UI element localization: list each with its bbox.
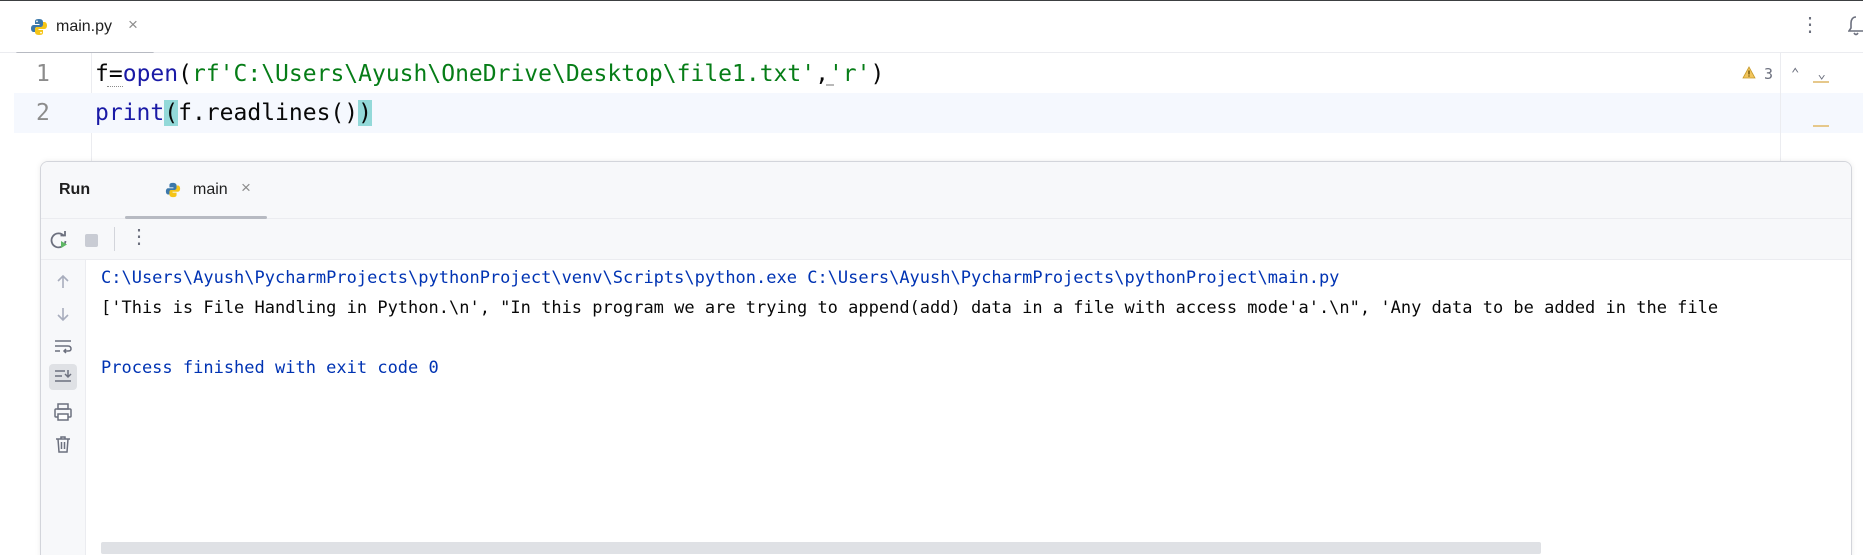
console-output-line: ['This is File Handling in Python.\n', "… (101, 298, 1719, 318)
code-token-paren: ) (870, 61, 885, 87)
scroll-down-icon[interactable] (53, 304, 73, 324)
code-line-2[interactable]: 2 print(f.readlines()) (14, 93, 1863, 133)
run-config-tab-main[interactable]: main × (125, 162, 267, 219)
stop-icon[interactable] (85, 234, 98, 247)
line-number: 2 (36, 100, 50, 126)
code-token-function: open (122, 61, 179, 87)
warning-stripe-mark[interactable] (1813, 81, 1829, 83)
code-editor[interactable]: 1 f=open(rf'C:\Users\Ayush\OneDrive\Desk… (14, 53, 1863, 163)
scroll-up-icon[interactable] (53, 272, 73, 292)
weak-warning-underline (107, 83, 123, 87)
run-tab-label: main (193, 181, 228, 198)
matched-brace: ( (164, 100, 179, 126)
inspection-mark (826, 78, 834, 86)
matched-brace: ) (358, 100, 372, 126)
warning-count: 3 (1764, 65, 1774, 83)
file-tab-main-py[interactable]: main.py × (16, 1, 154, 55)
warning-icon (1742, 54, 1756, 94)
run-tool-title: Run (59, 181, 91, 198)
close-icon[interactable]: × (128, 15, 138, 35)
scroll-to-end-icon[interactable] (49, 364, 77, 390)
run-tool-header: Run main × (41, 162, 1851, 219)
run-tool-window: Run main × ⋮ C:\Users\Ayush\PycharmProje… (40, 161, 1852, 555)
python-file-icon (30, 18, 48, 41)
code-line-1[interactable]: 1 f=open(rf'C:\Users\Ayush\OneDrive\Desk… (14, 54, 1863, 94)
toolbar-separator (114, 227, 115, 251)
close-icon[interactable]: × (241, 178, 251, 198)
code-token-call: f.readlines() (178, 100, 359, 126)
rerun-icon[interactable] (49, 230, 69, 255)
console-side-toolbar (41, 260, 86, 555)
python-file-icon (165, 182, 181, 203)
editor-tab-bar: main.py × ⋮ (0, 0, 1863, 55)
console-output[interactable]: C:\Users\Ayush\PycharmProjects\pythonPro… (86, 260, 1851, 555)
ide-window: main.py × ⋮ 1 f=open(rf'C:\Users\Ayush\O… (0, 0, 1863, 555)
more-actions-icon[interactable]: ⋮ (1800, 15, 1820, 35)
soft-wrap-icon[interactable] (53, 336, 73, 356)
code-token-function: print (95, 100, 165, 126)
code-token-string: 'r' (828, 61, 871, 87)
console-command-line: C:\Users\Ayush\PycharmProjects\pythonPro… (101, 268, 1340, 288)
error-stripe-divider (1780, 53, 1781, 163)
console-exit-message: Process finished with exit code 0 (101, 358, 439, 378)
warning-stripe-mark[interactable] (1813, 125, 1829, 127)
print-icon[interactable] (53, 402, 73, 422)
trash-icon[interactable] (53, 434, 73, 454)
code-token-string: rf'C:\Users\Ayush\OneDrive\Desktop\file1… (191, 61, 816, 87)
previous-highlight-icon[interactable]: ⌃ (1791, 54, 1799, 94)
code-text: print(f.readlines()) (95, 93, 372, 133)
code-token-paren: ( (178, 61, 192, 87)
horizontal-scrollbar[interactable] (101, 542, 1541, 554)
run-toolbar: ⋮ (41, 219, 1851, 260)
file-tab-label: main.py (56, 18, 113, 35)
more-actions-icon[interactable]: ⋮ (129, 224, 149, 249)
line-number: 1 (36, 61, 50, 87)
next-highlight-icon[interactable]: ⌄ (1817, 54, 1825, 94)
notifications-bell-icon[interactable] (1847, 15, 1863, 42)
code-text: f=open(rf'C:\Users\Ayush\OneDrive\Deskto… (95, 54, 884, 94)
